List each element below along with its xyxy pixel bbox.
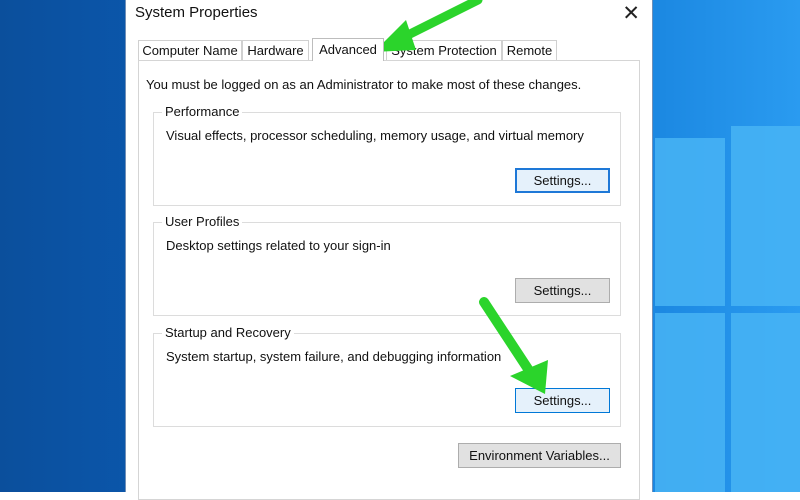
- performance-settings-button[interactable]: Settings...: [515, 168, 610, 193]
- user-profiles-settings-button[interactable]: Settings...: [515, 278, 610, 303]
- tab-hardware[interactable]: Hardware: [242, 40, 309, 60]
- close-icon[interactable]: ✕: [622, 1, 640, 26]
- environment-variables-button[interactable]: Environment Variables...: [458, 443, 621, 468]
- tab-computer-name[interactable]: Computer Name: [138, 40, 242, 60]
- startup-recovery-settings-button[interactable]: Settings...: [515, 388, 610, 413]
- startup-recovery-title: Startup and Recovery: [162, 325, 294, 340]
- title-bar: System Properties ✕: [126, 0, 652, 28]
- admin-notice: You must be logged on as an Administrato…: [146, 77, 582, 92]
- windows-logo: [655, 126, 800, 492]
- startup-recovery-group: Startup and Recovery System startup, sys…: [153, 325, 621, 427]
- startup-recovery-description: System startup, system failure, and debu…: [166, 349, 502, 364]
- performance-description: Visual effects, processor scheduling, me…: [166, 128, 584, 143]
- user-profiles-title: User Profiles: [162, 214, 243, 229]
- performance-title: Performance: [162, 104, 243, 119]
- tab-remote[interactable]: Remote: [502, 40, 557, 60]
- tab-advanced[interactable]: Advanced: [312, 38, 384, 61]
- user-profiles-description: Desktop settings related to your sign-in: [166, 238, 391, 253]
- system-properties-dialog: System Properties ✕ Computer Name Hardwa…: [125, 0, 653, 500]
- tab-system-protection[interactable]: System Protection: [386, 40, 502, 60]
- dialog-title: System Properties: [135, 4, 258, 21]
- performance-group: Performance Visual effects, processor sc…: [153, 104, 621, 206]
- user-profiles-group: User Profiles Desktop settings related t…: [153, 214, 621, 316]
